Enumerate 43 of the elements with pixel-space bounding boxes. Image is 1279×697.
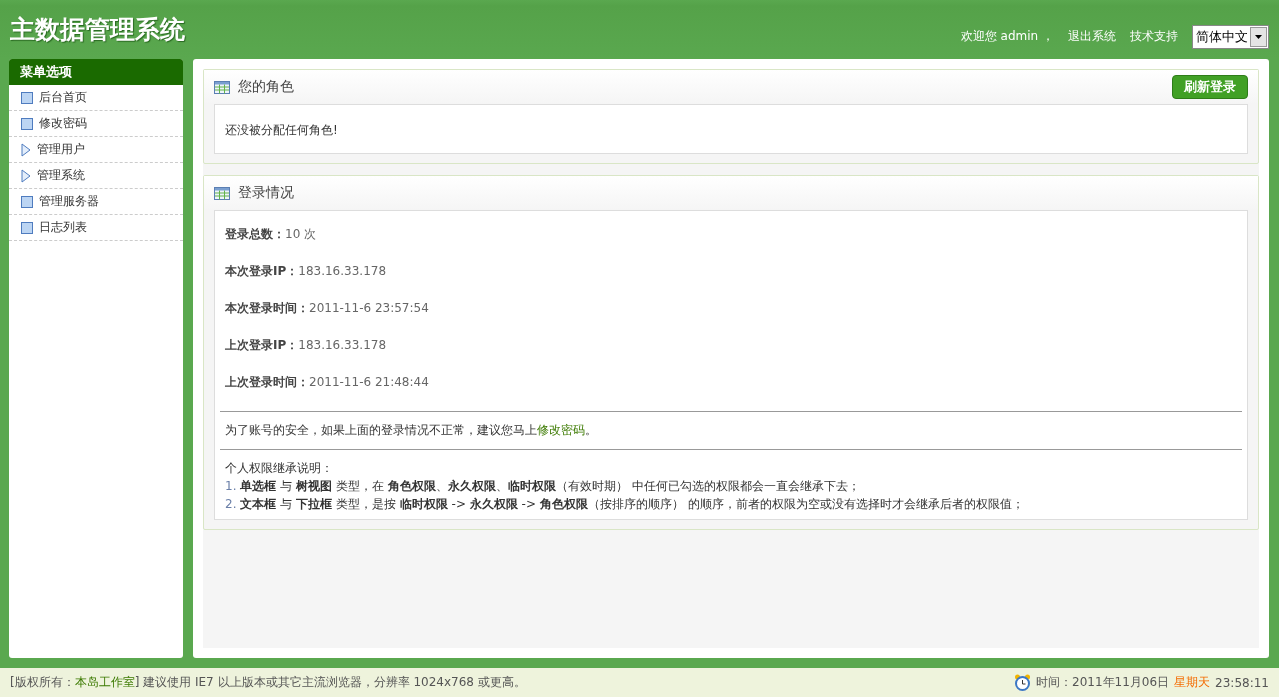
field-value: 10 次 xyxy=(285,226,317,243)
table-icon xyxy=(214,186,230,200)
menu-item[interactable]: 管理系统 xyxy=(9,163,183,189)
table-icon xyxy=(214,80,230,94)
menu-item[interactable]: 修改密码 xyxy=(9,111,183,137)
panel-title: 您的角色 xyxy=(238,78,294,96)
field-label: 本次登录IP： xyxy=(225,263,299,280)
field-label: 登录总数： xyxy=(225,226,285,243)
menu-item[interactable]: 后台首页 xyxy=(9,85,183,111)
menu-title: 菜单选项 xyxy=(9,59,183,85)
role-message: 还没被分配任何角色! xyxy=(225,122,339,139)
panel-title: 登录情况 xyxy=(238,184,294,202)
language-select[interactable]: 简体中文 xyxy=(1192,24,1269,49)
welcome-text: 欢迎您 admin ， xyxy=(960,28,1054,45)
menu-item[interactable]: 日志列表 xyxy=(9,215,183,241)
rule-text: 2. 文本框 与 下拉框 类型，是按 临时权限 -> 永久权限 -> 角色权限（按排序的顺序） 的顺序，前者的权限为空或没有选择时才会继承后者的权限值； xyxy=(225,496,1025,513)
field-label: 上次登录时间： xyxy=(225,374,309,391)
square-icon xyxy=(21,117,33,130)
dropdown-arrow-icon xyxy=(1255,34,1262,39)
field-label: 上次登录IP： xyxy=(225,337,299,354)
copyright-text: [版权所有：本岛工作室] 建议使用 IE7 以上版本或其它主流浏览器，分辨率 1024x768 或更高。 xyxy=(10,674,526,691)
triangle-icon xyxy=(21,142,31,157)
app-title: 主数据管理系统 xyxy=(10,14,185,46)
triangle-icon xyxy=(21,168,31,183)
menu-item[interactable]: 管理服务器 xyxy=(9,189,183,215)
security-notice: 为了账号的安全，如果上面的登录情况不正常，建议您马上修改密码。 xyxy=(225,422,598,439)
field-value: 183.16.33.178 xyxy=(298,338,387,352)
field-value: 183.16.33.178 xyxy=(298,264,387,278)
square-icon xyxy=(21,221,33,234)
change-password-link[interactable]: 修改密码 xyxy=(537,423,585,437)
date-text: 时间：2011年11月06日 xyxy=(1036,674,1170,691)
alarm-clock-icon xyxy=(1014,674,1031,691)
rules-title: 个人权限继承说明： xyxy=(225,460,334,477)
square-icon xyxy=(21,91,33,104)
studio-link[interactable]: 本岛工作室 xyxy=(74,675,135,689)
field-value: 2011-11-6 23:57:54 xyxy=(309,301,429,315)
menu-item[interactable]: 管理用户 xyxy=(9,137,183,163)
rule-text: 1. 单选框 与 树视图 类型，在 角色权限、永久权限、临时权限（有效时期） 中任何已勾选的权限都会一直会继承下去； xyxy=(225,478,861,495)
weekday-text: 星期天 xyxy=(1174,674,1211,691)
time-text: 23:58:11 xyxy=(1215,675,1269,690)
square-icon xyxy=(21,195,33,208)
field-value: 2011-11-6 21:48:44 xyxy=(309,375,429,389)
field-label: 本次登录时间： xyxy=(225,300,309,317)
